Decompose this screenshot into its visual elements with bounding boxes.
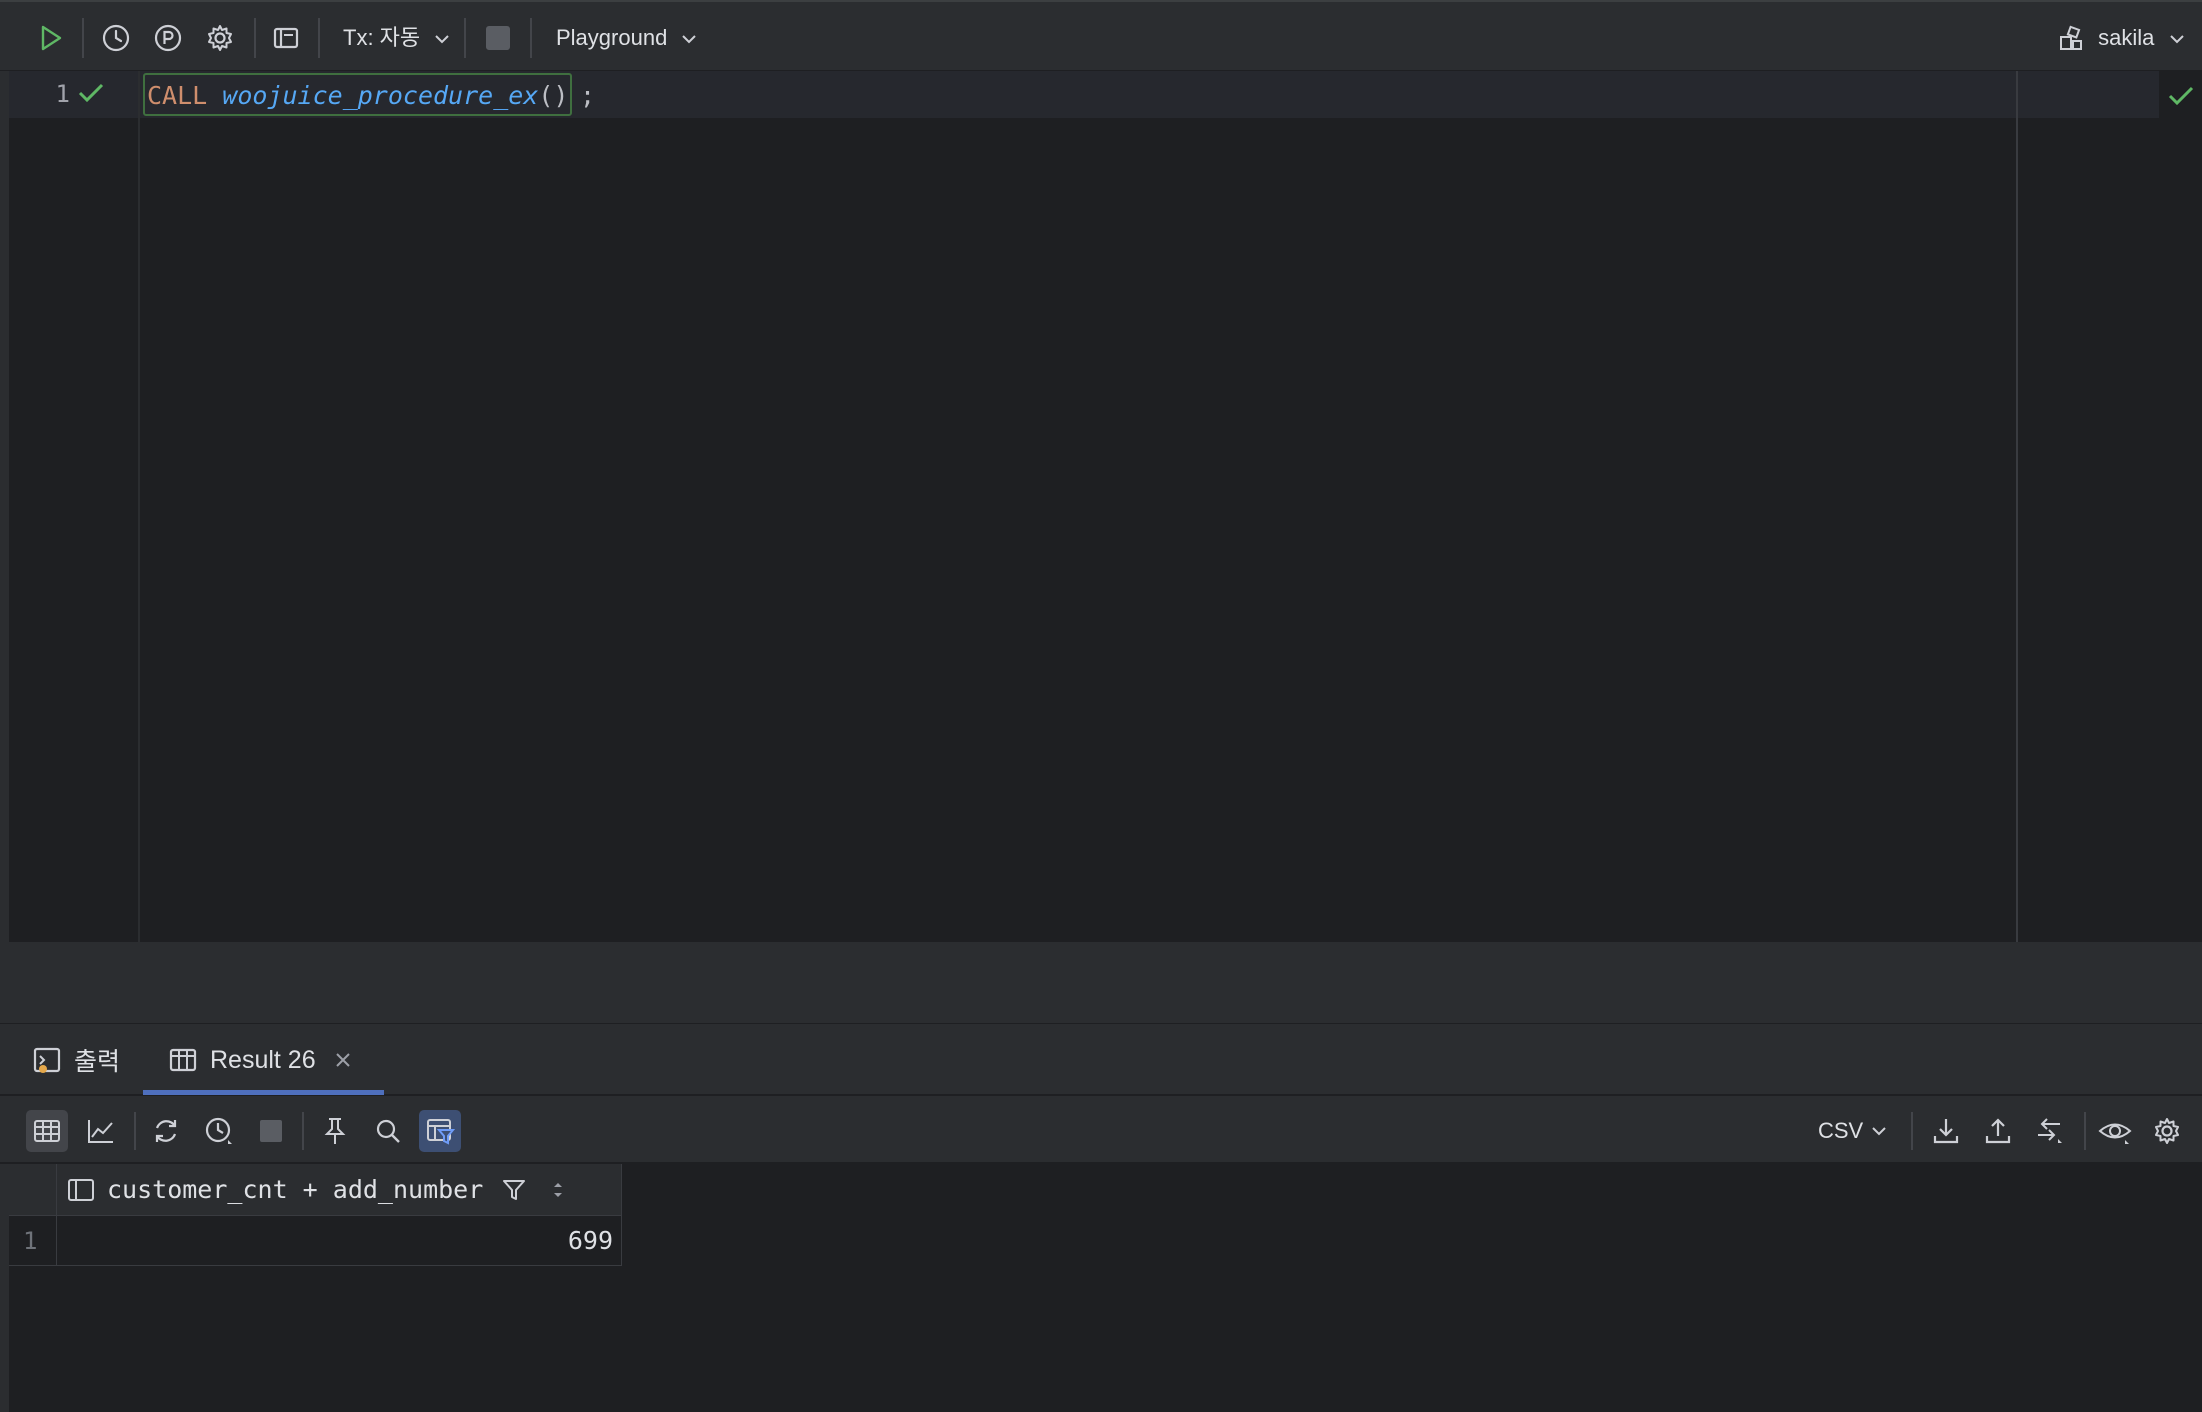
gear-icon (208, 25, 232, 51)
code-statement[interactable]: CALL woojuice_procedure_ex() (143, 73, 573, 116)
transaction-mode-label: Tx: 자동 (343, 25, 421, 50)
close-tab-button[interactable] (334, 1051, 352, 1069)
success-check-icon (78, 83, 104, 103)
parentheses: () (538, 81, 569, 110)
column-name: customer_cnt + add_number (107, 1175, 484, 1204)
playground-label: Playground (556, 25, 668, 50)
tab-output[interactable]: 출력 (32, 1034, 120, 1086)
compare-button[interactable] (2029, 1110, 2071, 1152)
console-icon (32, 1045, 62, 1075)
pin-button[interactable] (314, 1110, 356, 1152)
refresh-icon (155, 1120, 177, 1142)
column-sort-button[interactable] (551, 1179, 565, 1201)
grid-icon (34, 1120, 60, 1142)
chevron-down-icon (2169, 35, 2184, 44)
panel-layout-icon (273, 27, 299, 49)
inspection-ok-icon (2168, 86, 2194, 106)
chevron-down-icon (435, 35, 449, 44)
schema-label: sakila (2098, 25, 2155, 50)
procedure-name: woojuice_procedure_ex (222, 81, 539, 110)
view-options-button[interactable] (2094, 1110, 2136, 1152)
parameters-button[interactable] (148, 18, 188, 58)
eye-icon (2098, 1123, 2132, 1144)
tab-result-label: Result 26 (210, 1045, 316, 1074)
stop-icon (260, 1120, 282, 1142)
result-grid: customer_cnt + add_number 1 699 (0, 1164, 2202, 1412)
sql-editor[interactable]: 1 CALL woojuice_procedure_ex() ; (0, 71, 2202, 942)
stop-icon (486, 26, 510, 50)
export-format-dropdown[interactable]: CSV (1818, 1110, 1887, 1152)
filter-icon (503, 1179, 526, 1200)
search-button[interactable] (367, 1110, 409, 1152)
refresh-button[interactable] (145, 1110, 187, 1152)
column-icon (68, 1178, 94, 1201)
clock-icon (102, 24, 130, 52)
grid-corner[interactable] (9, 1164, 57, 1216)
chevron-down-icon (682, 35, 697, 44)
sort-icon (554, 1182, 563, 1197)
download-button[interactable] (1925, 1110, 1967, 1152)
chart-view-button[interactable] (80, 1110, 122, 1152)
table-cell[interactable]: 699 (57, 1216, 622, 1266)
run-button[interactable] (30, 18, 70, 58)
layout-button[interactable] (266, 18, 306, 58)
column-filter-button[interactable] (501, 1177, 527, 1203)
run-icon (41, 25, 62, 51)
playground-dropdown[interactable]: Playground (556, 19, 697, 57)
search-icon (376, 1119, 400, 1143)
editor-toolbar: Tx: 자동 Playground sakila (0, 0, 2202, 71)
filter-toggle-button[interactable] (419, 1110, 461, 1152)
results-tab-bar: 출력 Result 26 (0, 1024, 2202, 1096)
compare-arrows-icon (2038, 1118, 2062, 1143)
clock-icon (205, 1117, 232, 1144)
line-chart-icon (88, 1120, 113, 1143)
panel-splitter[interactable] (0, 942, 2202, 1024)
cancel-query-button[interactable] (250, 1110, 292, 1152)
close-icon (335, 1053, 350, 1067)
gear-icon (2155, 1118, 2179, 1144)
sql-keyword: CALL (147, 81, 208, 110)
chevron-down-icon (1872, 1127, 1886, 1136)
download-icon (1933, 1119, 1959, 1144)
stop-button[interactable] (478, 18, 518, 58)
semicolon: ; (580, 81, 596, 110)
table-view-button[interactable] (26, 1110, 68, 1152)
history-button[interactable] (96, 18, 136, 58)
results-toolbar: CSV (0, 1096, 2202, 1164)
upload-icon (1985, 1118, 2011, 1144)
selected-tab-indicator (143, 1090, 384, 1095)
export-format-label: CSV (1818, 1118, 1864, 1143)
transaction-mode-dropdown[interactable]: Tx: 자동 (343, 19, 450, 57)
p-circle-icon (154, 24, 182, 52)
upload-button[interactable] (1977, 1110, 2019, 1152)
table-filter-icon (427, 1119, 455, 1145)
settings-button[interactable] (200, 18, 240, 58)
table-icon (168, 1045, 198, 1075)
row-number[interactable]: 1 (9, 1216, 57, 1266)
schema-dropdown[interactable]: sakila (2058, 19, 2185, 57)
history-button[interactable] (198, 1110, 240, 1152)
tab-output-label: 출력 (74, 1048, 121, 1076)
results-settings-button[interactable] (2146, 1110, 2188, 1152)
column-header[interactable]: customer_cnt + add_number (57, 1164, 622, 1216)
tab-result-26[interactable]: Result 26 (168, 1034, 352, 1086)
schema-icon (2060, 25, 2082, 51)
line-number: 1 (55, 80, 70, 108)
pin-icon (324, 1118, 346, 1144)
